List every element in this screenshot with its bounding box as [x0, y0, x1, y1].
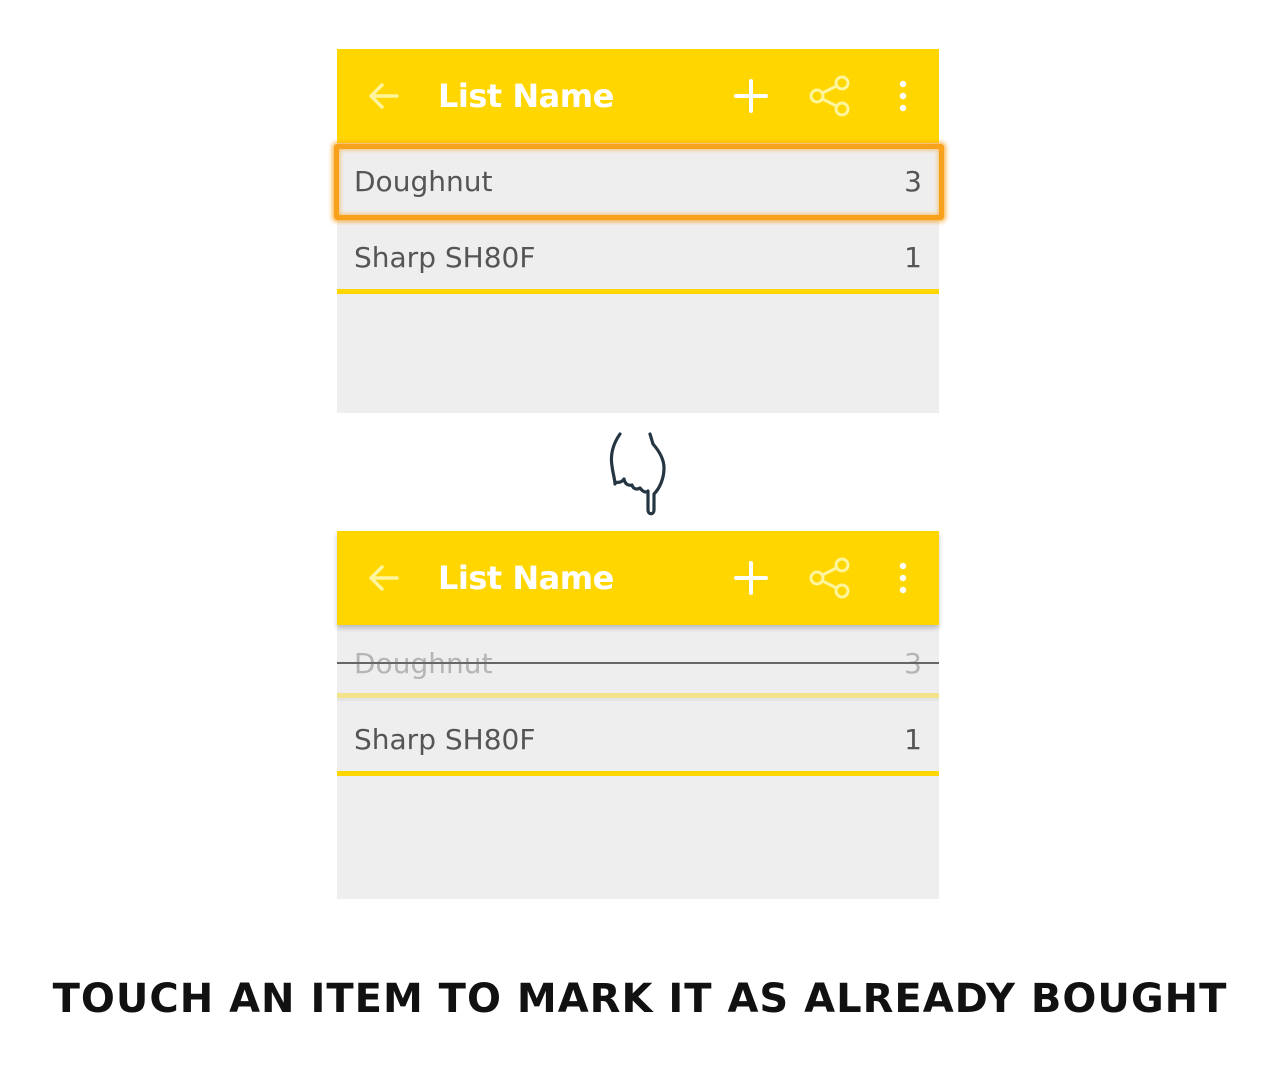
list-item[interactable]: Sharp SH80F 1: [337, 225, 939, 291]
list-end-divider: [337, 771, 939, 776]
page-title: List Name: [438, 77, 614, 115]
item-quantity: 1: [904, 241, 922, 274]
pointing-hand-icon: [609, 432, 666, 516]
page-title: List Name: [438, 559, 614, 597]
list-item-bought[interactable]: Doughnut 3: [337, 631, 939, 697]
share-icon[interactable]: [802, 49, 858, 143]
screen-before: List Name Doughnut 3 Sharp SH80F 1: [334, 49, 944, 413]
share-icon[interactable]: [802, 531, 858, 625]
app-bar: List Name: [337, 531, 939, 625]
item-quantity: 1: [904, 723, 922, 756]
plus-icon[interactable]: [723, 49, 779, 143]
strikethrough-line: [337, 662, 939, 664]
row-separator: [337, 698, 939, 701]
more-vertical-icon[interactable]: [875, 531, 931, 625]
more-vertical-icon[interactable]: [875, 49, 931, 143]
instruction-caption: Touch an item to mark it as already boug…: [52, 976, 1228, 1022]
touch-highlight: [334, 144, 944, 220]
item-name: Doughnut: [354, 647, 493, 680]
arrow-left-icon[interactable]: [356, 49, 412, 143]
item-name: Sharp SH80F: [354, 241, 536, 274]
plus-icon[interactable]: [723, 531, 779, 625]
arrow-left-icon[interactable]: [356, 531, 412, 625]
item-quantity: 3: [904, 647, 922, 680]
list-item[interactable]: Sharp SH80F 1: [337, 707, 939, 773]
app-bar: List Name: [337, 49, 939, 143]
screen-after: Doughnut 3 Sharp SH80F 1 List Name: [337, 531, 939, 899]
item-name: Sharp SH80F: [354, 723, 536, 756]
list-end-divider: [337, 289, 939, 294]
